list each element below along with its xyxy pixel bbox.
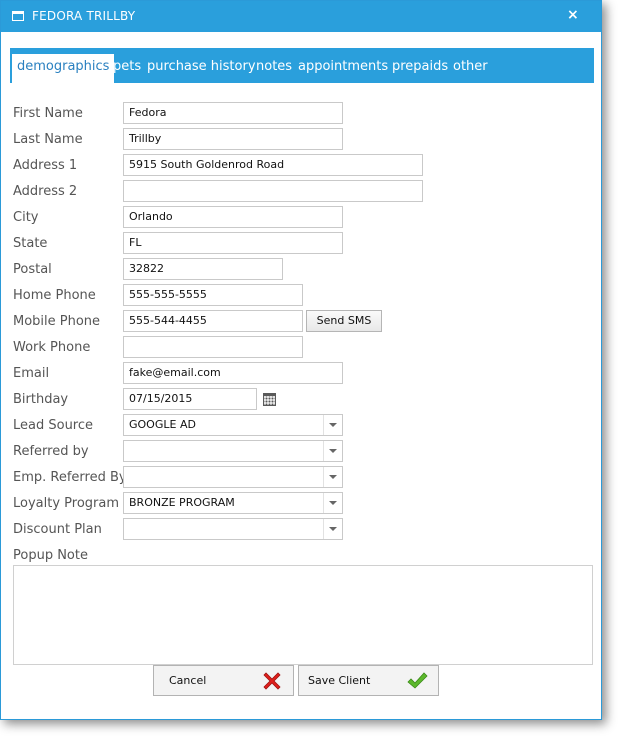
referred-by-select[interactable] <box>123 440 343 462</box>
chevron-down-icon[interactable] <box>323 519 342 539</box>
window-title: FEDORA TRILLBY <box>32 9 136 23</box>
loyalty-program-label: Loyalty Program <box>13 496 120 511</box>
chevron-down-icon[interactable] <box>323 415 342 435</box>
popup-note-label: Popup Note <box>13 548 88 563</box>
address2-field[interactable] <box>123 180 423 202</box>
chevron-down-icon[interactable] <box>323 441 342 461</box>
email-label: Email <box>13 366 50 381</box>
emp-referred-by-select[interactable] <box>123 466 343 488</box>
save-client-button[interactable]: Save Client <box>298 665 439 696</box>
referred-by-label: Referred by <box>13 444 89 459</box>
lead-source-select[interactable]: GOOGLE AD <box>123 414 343 436</box>
state-field[interactable]: FL <box>123 232 343 254</box>
loyalty-program-value: BRONZE PROGRAM <box>129 496 235 509</box>
postal-label: Postal <box>13 262 52 277</box>
red-x-icon <box>263 672 281 690</box>
address1-field[interactable]: 5915 South Goldenrod Road <box>123 154 423 176</box>
tab-demographics[interactable]: demographics <box>12 54 115 83</box>
lead-source-value: GOOGLE AD <box>129 418 196 431</box>
calendar-icon[interactable] <box>263 393 276 406</box>
last-name-field[interactable]: Trillby <box>123 128 343 150</box>
address2-label: Address 2 <box>13 184 78 199</box>
work-phone-label: Work Phone <box>13 340 91 355</box>
lead-source-label: Lead Source <box>13 418 94 433</box>
last-name-label: Last Name <box>13 132 83 147</box>
chevron-down-icon[interactable] <box>323 467 342 487</box>
loyalty-program-select[interactable]: BRONZE PROGRAM <box>123 492 343 514</box>
client-dialog: FEDORA TRILLBY × demographics pets purch… <box>0 0 602 720</box>
emp-referred-by-label: Emp. Referred By <box>13 470 127 485</box>
window-icon <box>12 11 24 21</box>
tab-prepaids[interactable]: prepaids <box>392 54 448 83</box>
postal-field[interactable]: 32822 <box>123 258 283 280</box>
birthday-field[interactable]: 07/15/2015 <box>123 388 257 410</box>
first-name-label: First Name <box>13 106 83 121</box>
tab-appointments[interactable]: appointments <box>298 54 388 83</box>
popup-note-textarea[interactable] <box>13 565 593 665</box>
discount-plan-select[interactable] <box>123 518 343 540</box>
home-phone-label: Home Phone <box>13 288 96 303</box>
cancel-button[interactable]: Cancel <box>153 665 294 696</box>
save-client-button-label: Save Client <box>308 674 371 687</box>
mobile-phone-field[interactable]: 555-544-4455 <box>123 310 303 332</box>
city-label: City <box>13 210 39 225</box>
discount-plan-label: Discount Plan <box>13 522 102 537</box>
title-bar: FEDORA TRILLBY × <box>1 1 601 32</box>
work-phone-field[interactable] <box>123 336 303 358</box>
first-name-field[interactable]: Fedora <box>123 102 343 124</box>
close-icon[interactable]: × <box>567 7 579 23</box>
state-label: State <box>13 236 48 251</box>
tab-purchase-history[interactable]: purchase history <box>147 54 256 83</box>
email-field[interactable]: fake@email.com <box>123 362 343 384</box>
tab-bar: demographics pets purchase history notes… <box>10 48 594 83</box>
city-field[interactable]: Orlando <box>123 206 343 228</box>
tab-other[interactable]: other <box>453 54 488 83</box>
tab-notes[interactable]: notes <box>256 54 292 83</box>
address1-label: Address 1 <box>13 158 78 173</box>
green-check-icon <box>407 672 428 689</box>
cancel-button-label: Cancel <box>169 674 207 687</box>
tab-pets[interactable]: pets <box>113 54 141 83</box>
mobile-phone-label: Mobile Phone <box>13 314 101 329</box>
send-sms-button[interactable]: Send SMS <box>306 310 382 332</box>
chevron-down-icon[interactable] <box>323 493 342 513</box>
birthday-label: Birthday <box>13 392 69 407</box>
home-phone-field[interactable]: 555-555-5555 <box>123 284 303 306</box>
